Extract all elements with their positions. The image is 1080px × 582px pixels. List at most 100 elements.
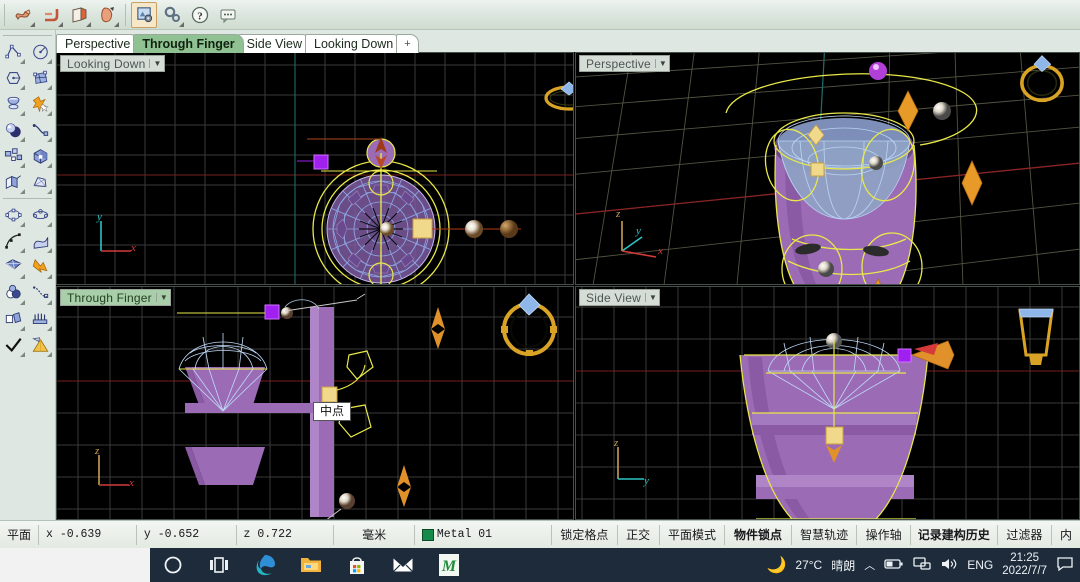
checkmark-icon[interactable] — [0, 332, 27, 358]
gold-cone-icon[interactable] — [27, 332, 54, 358]
boolean-union-icon[interactable] — [0, 280, 27, 306]
flyout-corner-icon — [58, 21, 63, 27]
viewport-side-view[interactable]: Side View ▼ z y — [575, 286, 1080, 520]
axis-label-z: z — [95, 445, 100, 457]
chevron-down-icon[interactable]: ▼ — [149, 59, 161, 68]
surface-patch-icon[interactable] — [27, 228, 54, 254]
explode-icon[interactable] — [0, 143, 27, 169]
curve-blend-icon[interactable] — [27, 280, 54, 306]
toggle-planar[interactable]: 平面模式 — [660, 524, 726, 545]
sphere-icon[interactable] — [0, 117, 27, 143]
flyout-corner-icon — [47, 352, 52, 357]
more-ellipsis-icon[interactable] — [215, 2, 241, 28]
viewport-label-side-view[interactable]: Side View ▼ — [579, 289, 661, 306]
tab-looking-down[interactable]: Looking Down — [305, 34, 403, 53]
toggle-filter[interactable]: 过滤器 — [998, 524, 1053, 545]
tab-perspective[interactable]: Perspective — [56, 34, 140, 53]
tab-label: + — [404, 38, 411, 50]
viewport-label-looking-down[interactable]: Looking Down ▼ — [60, 55, 165, 72]
viewport-through-finger[interactable]: Through Finger ▼ z x 中点 — [56, 286, 574, 520]
loft-icon[interactable] — [27, 169, 54, 195]
rhino-application-window: ? Perspective Through Finger Side View L… — [0, 0, 1080, 582]
toggle-osnap[interactable]: 物件锁点 — [725, 524, 792, 545]
language-indicator[interactable]: ENG — [967, 558, 993, 572]
tab-label: Through Finger — [142, 37, 235, 51]
chevron-down-icon[interactable]: ▼ — [155, 293, 168, 302]
points-edit-icon[interactable] — [27, 202, 54, 228]
chevron-down-icon[interactable]: ▼ — [654, 59, 667, 68]
network-icon[interactable] — [913, 556, 931, 575]
layer-color-swatch[interactable] — [421, 528, 434, 541]
prong-set-icon[interactable] — [27, 306, 54, 332]
axis-label-y: y — [644, 475, 649, 487]
weather-temperature[interactable]: 27°C — [795, 558, 822, 572]
control-points-on-icon[interactable] — [0, 202, 27, 228]
unroll-surface-icon[interactable] — [0, 169, 27, 195]
boolean-split-icon[interactable] — [66, 2, 92, 28]
show-hidden-icons-chevron[interactable]: ︿ — [864, 557, 875, 573]
toggle-smarttrack[interactable]: 智慧轨迹 — [792, 524, 858, 545]
notification-center-icon[interactable] — [1056, 556, 1074, 575]
battery-icon[interactable] — [884, 557, 904, 574]
layer-name: Metal 01 — [436, 528, 493, 541]
star-flower-icon[interactable] — [27, 91, 54, 117]
toggle-overflow[interactable]: 内 — [1052, 525, 1080, 545]
left-toolbar-row — [0, 39, 55, 65]
viewport-looking-down[interactable]: Looking Down ▼ y x — [56, 52, 574, 285]
status-coord-x: x -0.639 — [39, 524, 137, 545]
surface-from-points-icon[interactable] — [27, 65, 54, 91]
toggle-record-history[interactable]: 记录建构历史 — [911, 524, 998, 545]
help-question-icon[interactable]: ? — [187, 2, 213, 28]
coord-z-value: 0.722 — [257, 528, 292, 541]
gem-grid-icon[interactable] — [0, 254, 27, 280]
tab-through-finger[interactable]: Through Finger — [133, 34, 244, 53]
tab-side-view[interactable]: Side View — [237, 34, 312, 53]
toggle-gumball[interactable]: 操作轴 — [857, 524, 911, 545]
taskbar-clock[interactable]: 21:25 2022/7/7 — [1002, 552, 1047, 578]
viewport-tab-strip: Perspective Through Finger Side View Loo… — [56, 33, 1080, 53]
flyout-corner-icon — [47, 111, 52, 116]
lightning-bolt-icon[interactable] — [27, 254, 54, 280]
file-explorer-icon[interactable] — [288, 548, 334, 582]
viewport-perspective[interactable]: Perspective ▼ z y x — [575, 52, 1080, 285]
tab-add-new[interactable]: + — [396, 34, 419, 53]
cortana-circle-icon[interactable] — [150, 548, 196, 582]
left-toolbar-row — [0, 202, 55, 228]
curve-through-points-icon[interactable] — [0, 228, 27, 254]
surface-blend-icon[interactable] — [10, 2, 36, 28]
surface-trim-icon[interactable] — [94, 2, 120, 28]
mail-icon[interactable] — [380, 548, 426, 582]
options-gear-icon[interactable] — [159, 2, 185, 28]
left-toolbar-row — [0, 306, 55, 332]
app-m-icon[interactable]: M — [426, 548, 472, 582]
pipe-curve-icon[interactable] — [27, 117, 54, 143]
axis-label-x: x — [658, 245, 663, 257]
curve-fillet-icon[interactable] — [38, 2, 64, 28]
revolve-icon[interactable] — [0, 91, 27, 117]
microsoft-store-icon[interactable] — [334, 548, 380, 582]
viewport-label-perspective[interactable]: Perspective ▼ — [579, 55, 671, 72]
toggle-grid-snap[interactable]: 锁定格点 — [552, 524, 618, 545]
box-icon[interactable] — [27, 143, 54, 169]
toolbar-divider-2 — [3, 198, 52, 199]
toggle-ortho[interactable]: 正交 — [618, 524, 660, 545]
render-settings-icon[interactable] — [131, 1, 157, 28]
chevron-down-icon[interactable]: ▼ — [644, 293, 657, 302]
taskbar-start-panel[interactable] — [0, 548, 150, 582]
status-layer[interactable]: Metal 01 — [415, 524, 553, 545]
flyout-corner-icon — [20, 352, 25, 357]
arc-icon[interactable] — [27, 39, 54, 65]
volume-icon[interactable] — [940, 556, 958, 575]
edge-browser-icon[interactable] — [242, 548, 288, 582]
weather-condition[interactable]: 晴朗 — [831, 557, 855, 574]
tab-label: Perspective — [65, 37, 131, 51]
flyout-corner-icon — [47, 137, 52, 142]
polygon-icon[interactable] — [0, 65, 27, 91]
viewport-label-through-finger[interactable]: Through Finger ▼ — [60, 289, 171, 306]
viewport-label-text: Looking Down — [67, 56, 146, 71]
system-tray: 🌙 27°C 晴朗 ︿ ENG 21:25 2022/7/7 — [766, 552, 1080, 578]
extrude-icon[interactable] — [0, 306, 27, 332]
polyline-icon[interactable] — [0, 39, 27, 65]
task-view-icon[interactable] — [196, 548, 242, 582]
status-units[interactable]: 毫米 — [334, 524, 415, 545]
